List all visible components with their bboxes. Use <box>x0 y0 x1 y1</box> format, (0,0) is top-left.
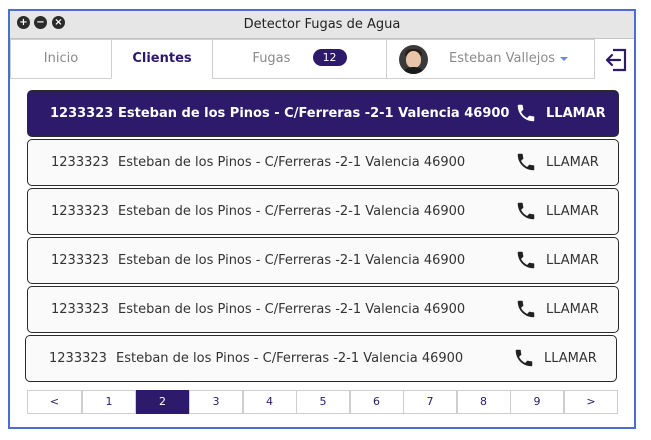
client-row[interactable]: 1233323 Esteban de los Pinos - C/Ferreras… <box>27 188 619 235</box>
call-label: LLAMAR <box>546 204 599 219</box>
client-row[interactable]: 1233323 Esteban de los Pinos - C/Ferreras… <box>27 139 619 186</box>
page-6-button[interactable]: 6 <box>349 390 404 414</box>
page-5-button[interactable]: 5 <box>296 390 350 414</box>
client-id: 1233323 <box>49 351 107 366</box>
phone-icon <box>517 300 535 318</box>
avatar <box>399 45 428 74</box>
client-address: Esteban de los Pinos - C/Ferreras -2-1 V… <box>118 155 466 170</box>
phone-icon <box>517 104 535 122</box>
title-bar: + − × Detector Fugas de Agua <box>10 11 634 39</box>
phone-icon <box>515 349 533 367</box>
logout-icon[interactable] <box>603 47 629 73</box>
pagination-prev-button[interactable]: < <box>27 390 82 414</box>
page-9-button[interactable]: 9 <box>510 390 564 414</box>
client-id: 1233323 <box>50 106 114 121</box>
client-row[interactable]: 1233323 Esteban de los Pinos - C/Ferreras… <box>27 237 619 284</box>
pagination-next-button[interactable]: > <box>564 390 618 414</box>
client-row[interactable]: 1233323 Esteban de los Pinos - C/Ferreras… <box>27 286 619 333</box>
page-2-button[interactable]: 2 <box>135 390 190 414</box>
call-label: LLAMAR <box>546 302 599 317</box>
client-address: Esteban de los Pinos - C/Ferreras -2-1 V… <box>116 351 464 366</box>
page-7-button[interactable]: 7 <box>403 390 457 414</box>
pagination: < 123456789 > <box>27 390 618 414</box>
client-row[interactable]: 1233323 Esteban de los Pinos - C/Ferreras… <box>27 90 619 137</box>
phone-icon <box>517 153 535 171</box>
nav-tabs: Inicio Clientes Fugas 12 Esteban Vallejo… <box>10 39 634 80</box>
tab-fugas-label: Fugas <box>252 51 291 66</box>
call-label: LLAMAR <box>546 106 606 121</box>
phone-icon <box>517 251 535 269</box>
user-name: Esteban Vallejos <box>449 40 569 78</box>
tab-inicio[interactable]: Inicio <box>10 39 112 79</box>
page-1-button[interactable]: 1 <box>82 390 136 414</box>
page-8-button[interactable]: 8 <box>456 390 511 414</box>
call-label: LLAMAR <box>544 351 597 366</box>
client-address: Esteban de los Pinos - C/Ferreras -2-1 V… <box>118 106 510 121</box>
client-row[interactable]: 1233323 Esteban de los Pinos - C/Ferreras… <box>25 335 617 382</box>
user-menu[interactable]: Esteban Vallejos <box>386 39 595 79</box>
phone-icon <box>517 202 535 220</box>
client-address: Esteban de los Pinos - C/Ferreras -2-1 V… <box>118 204 466 219</box>
client-id: 1233323 <box>51 302 109 317</box>
client-id: 1233323 <box>51 155 109 170</box>
client-address: Esteban de los Pinos - C/Ferreras -2-1 V… <box>118 302 466 317</box>
caret-down-icon <box>560 56 569 61</box>
client-id: 1233323 <box>51 204 109 219</box>
tab-fugas[interactable]: Fugas 12 <box>212 39 387 79</box>
page-3-button[interactable]: 3 <box>189 390 243 414</box>
client-id: 1233323 <box>51 253 109 268</box>
client-address: Esteban de los Pinos - C/Ferreras -2-1 V… <box>118 253 466 268</box>
call-label: LLAMAR <box>546 155 599 170</box>
fugas-count-badge: 12 <box>312 49 347 66</box>
window-title: Detector Fugas de Agua <box>243 17 401 32</box>
page-4-button[interactable]: 4 <box>242 390 297 414</box>
call-label: LLAMAR <box>546 253 599 268</box>
tab-clientes[interactable]: Clientes <box>111 39 213 79</box>
